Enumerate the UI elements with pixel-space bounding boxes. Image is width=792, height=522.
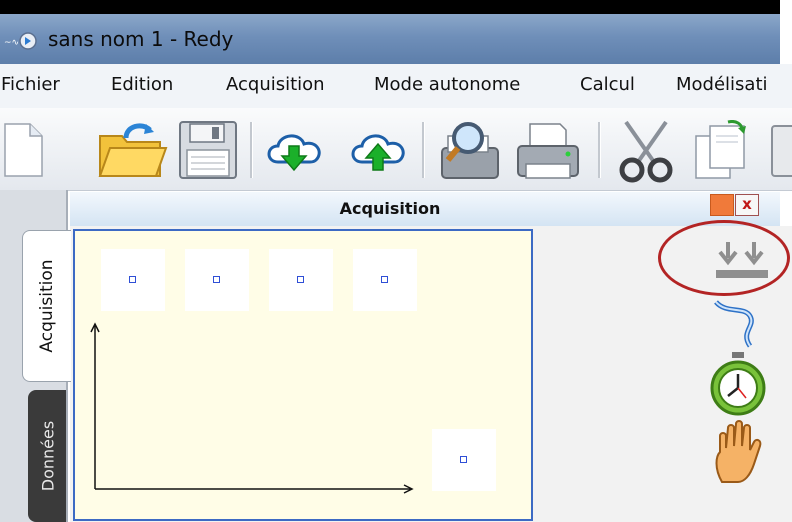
print-preview-icon[interactable] [434, 118, 506, 184]
tab-donnees-label: Données [38, 420, 58, 492]
manual-trigger-hand-icon[interactable] [710, 296, 770, 350]
stopwatch-icon[interactable] [706, 352, 770, 416]
panel-title: Acquisition [339, 199, 441, 218]
stop-hand-icon[interactable] [712, 420, 766, 484]
menu-modelisation[interactable]: Modélisati [676, 74, 768, 95]
open-folder-icon[interactable] [96, 120, 168, 180]
menu-mode-autonome[interactable]: Mode autonome [374, 74, 520, 95]
svg-text:~∿: ~∿ [4, 38, 19, 48]
acquisition-graph-area[interactable] [73, 229, 533, 521]
toolbar-separator [422, 122, 425, 178]
screen-top-edge [0, 0, 780, 14]
window-title: sans nom 1 - Redy [48, 27, 234, 51]
cloud-download-icon[interactable] [264, 128, 326, 172]
copy-icon[interactable] [692, 120, 752, 182]
menu-calcul[interactable]: Calcul [580, 74, 635, 95]
tab-donnees[interactable]: Données [28, 390, 68, 522]
menu-acquisition[interactable]: Acquisition [226, 74, 325, 95]
toolbar-separator [250, 122, 253, 178]
menu-edition[interactable]: Edition [111, 74, 173, 95]
printer-icon[interactable] [512, 118, 584, 184]
toolbar-separator [598, 122, 601, 178]
menu-bar: Fichier Edition Acquisition Mode autonom… [0, 64, 792, 109]
new-document-icon[interactable] [4, 122, 44, 178]
panel-restore-button[interactable] [710, 194, 734, 216]
tab-acquisition[interactable]: Acquisition [22, 230, 71, 382]
title-bar: ~∿ sans nom 1 - Redy [0, 14, 780, 64]
save-floppy-icon[interactable] [178, 120, 238, 180]
axes [90, 322, 414, 494]
cut-scissors-icon[interactable] [612, 118, 680, 184]
tab-acquisition-label: Acquisition [37, 259, 57, 353]
highlight-circle [658, 220, 790, 296]
paste-icon[interactable] [770, 122, 792, 178]
menu-fichier[interactable]: Fichier [1, 74, 60, 95]
app-icon: ~∿ [4, 32, 37, 50]
panel-close-button[interactable]: x [735, 194, 759, 216]
toolbar [0, 108, 792, 191]
cloud-upload-icon[interactable] [348, 128, 410, 172]
